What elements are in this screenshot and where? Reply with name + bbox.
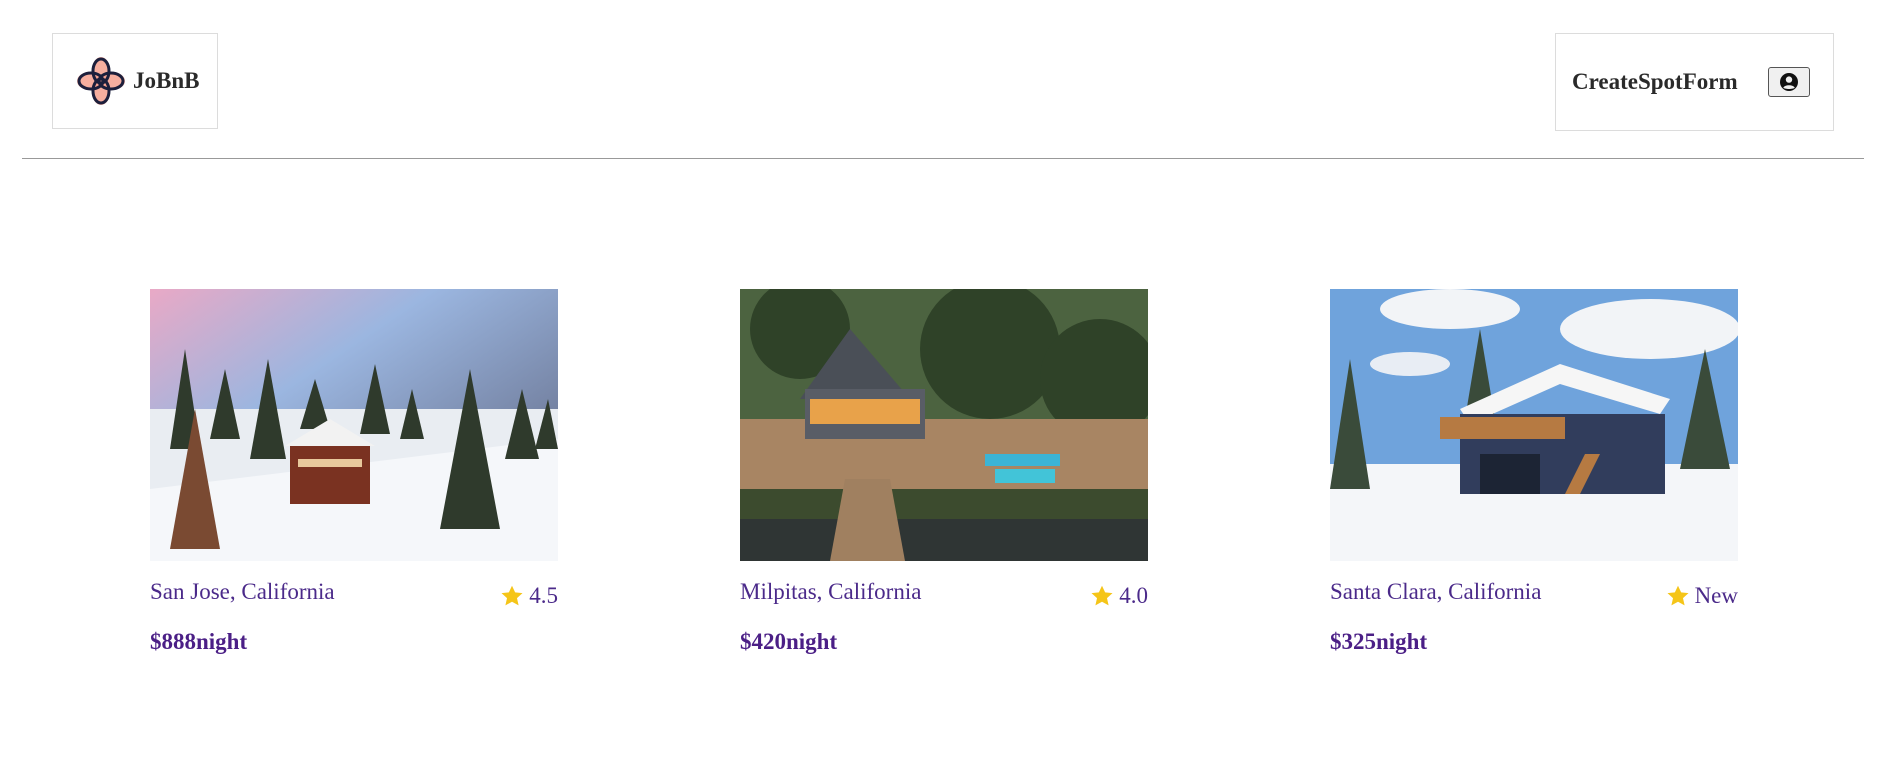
profile-menu-button[interactable]: [1767, 67, 1810, 97]
spot-info-row: San Jose, California 4.5: [150, 575, 558, 609]
spot-location: Santa Clara, California: [1330, 579, 1542, 604]
create-spot-link[interactable]: CreateSpotForm: [1572, 69, 1738, 95]
spot-info-row: Milpitas, California 4.0: [740, 575, 1148, 609]
spot-price: $888night: [150, 629, 248, 654]
brand-name: JoBnB: [133, 68, 200, 93]
spot-image-blue-chalet: [1330, 289, 1738, 561]
spot-rating: 4.5: [499, 583, 558, 609]
spot-image-snowy-cabin: [150, 289, 558, 561]
spot-card[interactable]: Santa Clara, California New $325night: [1330, 289, 1738, 655]
spot-rating-value: New: [1694, 583, 1738, 608]
nav-actions: CreateSpotForm: [1555, 33, 1834, 131]
spot-card[interactable]: San Jose, California 4.5 $888night: [150, 289, 558, 655]
user-circle-icon: [1779, 73, 1798, 91]
star-icon: [1667, 585, 1689, 606]
spot-location: Milpitas, California: [740, 579, 922, 604]
spot-rating: 4.0: [1089, 583, 1148, 609]
spot-rating-value: 4.5: [529, 583, 558, 608]
spot-price: $420night: [740, 629, 838, 654]
spot-card[interactable]: Milpitas, California 4.0 $420night: [740, 289, 1148, 655]
site-header: JoBnB CreateSpotForm: [0, 0, 1893, 160]
spot-info-row: Santa Clara, California New: [1330, 575, 1738, 609]
star-icon: [501, 585, 523, 606]
home-logo-link[interactable]: JoBnB: [52, 33, 218, 129]
star-icon: [1091, 585, 1113, 606]
header-divider: [22, 158, 1864, 159]
spot-price: $325night: [1330, 629, 1428, 654]
spot-rating-value: 4.0: [1119, 583, 1148, 608]
spot-rating: New: [1665, 583, 1738, 609]
logo-icon: [77, 57, 125, 105]
spot-location: San Jose, California: [150, 579, 335, 604]
spot-image-lake-house: [740, 289, 1148, 561]
